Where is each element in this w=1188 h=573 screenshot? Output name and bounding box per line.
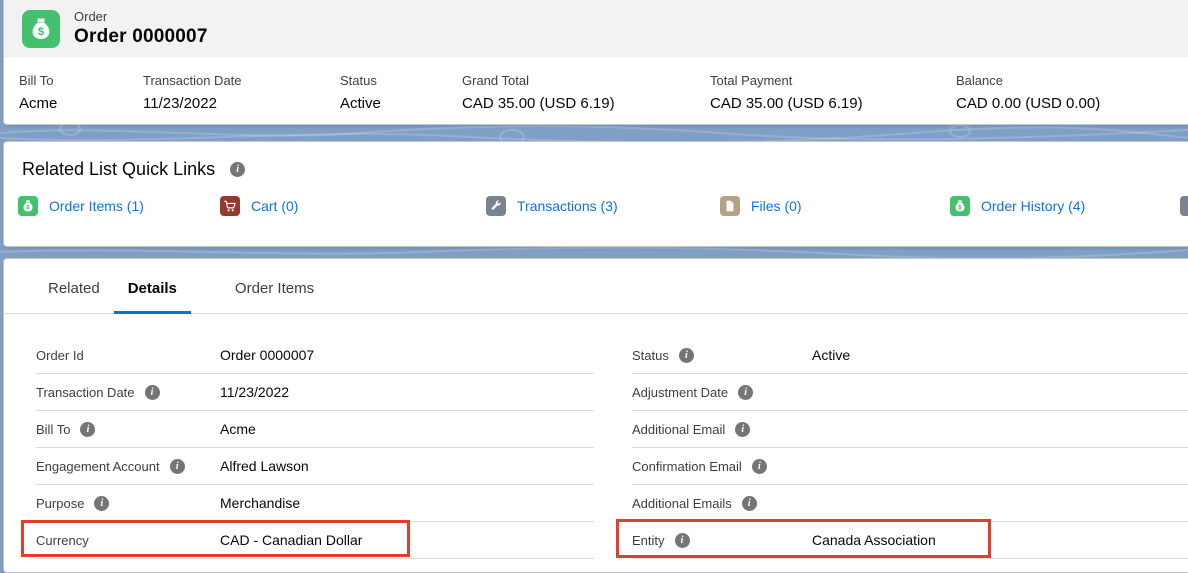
money-bag-icon: $ xyxy=(18,196,38,216)
hfield-grand-total: Grand Total CAD 35.00 (USD 6.19) xyxy=(462,73,615,112)
detail-row-engagement-account: Engagement Account i Alfred Lawson xyxy=(36,448,594,485)
svg-text:$: $ xyxy=(26,204,30,211)
detail-row-additional-emails: Additional Emails i xyxy=(632,485,1188,522)
quick-link-files[interactable]: Files (0) xyxy=(720,196,802,216)
hfield-label: Status xyxy=(340,73,381,88)
info-icon[interactable]: i xyxy=(742,496,757,511)
hfield-label: Grand Total xyxy=(462,73,615,88)
field-label: Engagement Account xyxy=(36,459,160,474)
quick-link-label[interactable]: Order History (4) xyxy=(981,198,1085,214)
hfield-value: Active xyxy=(340,95,381,112)
detail-row-confirmation-email: Confirmation Email i xyxy=(632,448,1188,485)
hfield-value: CAD 0.00 (USD 0.00) xyxy=(956,95,1100,112)
field-value: Merchandise xyxy=(220,495,300,511)
detail-row-entity: Entityi Canada Association xyxy=(632,522,1188,559)
hfield-label: Total Payment xyxy=(710,73,863,88)
field-label: Entity xyxy=(632,533,665,548)
info-icon[interactable]: i xyxy=(738,385,753,400)
hfield-total-payment: Total Payment CAD 35.00 (USD 6.19) xyxy=(710,73,863,112)
highlights-panel: Bill To Acme Transaction Date 11/23/2022… xyxy=(4,57,1188,125)
hfield-label: Transaction Date xyxy=(143,73,242,88)
detail-row-transaction-date: Transaction Date i 11/23/2022 xyxy=(36,374,594,411)
svg-text:$: $ xyxy=(958,204,962,211)
shopping-cart-icon xyxy=(220,196,240,216)
hfield-label: Bill To xyxy=(19,73,57,88)
partial-icon xyxy=(1180,196,1188,216)
money-bag-icon: $ xyxy=(950,196,970,216)
field-label: Status xyxy=(632,348,669,363)
field-label: Purpose xyxy=(36,496,84,511)
info-icon[interactable]: i xyxy=(170,459,185,474)
field-value: CAD - Canadian Dollar xyxy=(220,532,362,548)
detail-row-order-id: Order Id Order 0000007 xyxy=(36,337,594,374)
hfield-transaction-date: Transaction Date 11/23/2022 xyxy=(143,73,242,112)
hfield-value: CAD 35.00 (USD 6.19) xyxy=(710,95,863,112)
tab-related[interactable]: Related xyxy=(34,280,114,313)
field-label: Confirmation Email xyxy=(632,459,742,474)
info-icon[interactable]: i xyxy=(735,422,750,437)
bill-to-link[interactable]: Acme xyxy=(220,421,256,437)
wrench-icon xyxy=(486,196,506,216)
info-icon[interactable]: i xyxy=(145,385,160,400)
file-icon xyxy=(720,196,740,216)
header-title-strip: $ Order Order 0000007 xyxy=(4,0,1188,57)
field-label: Adjustment Date xyxy=(632,385,728,400)
hfield-status: Status Active xyxy=(340,73,381,112)
field-label: Order Id xyxy=(36,348,84,363)
hfield-bill-to: Bill To Acme xyxy=(19,73,57,112)
info-icon[interactable]: i xyxy=(679,348,694,363)
field-value: Active xyxy=(812,347,850,363)
field-label: Bill To xyxy=(36,422,70,437)
quick-link-label[interactable]: Transactions (3) xyxy=(517,198,618,214)
order-header-card: $ Order Order 0000007 Bill To Acme Trans… xyxy=(3,0,1188,125)
quick-link-label[interactable]: Files (0) xyxy=(751,198,802,214)
detail-row-status: Statusi Active xyxy=(632,337,1188,374)
quick-link-label[interactable]: Order Items (1) xyxy=(49,198,144,214)
quick-links-title: Related List Quick Links xyxy=(22,159,215,180)
quick-link-transactions[interactable]: Transactions (3) xyxy=(486,196,618,216)
hfield-label: Balance xyxy=(956,73,1100,88)
record-detail-card: Related Details Order Items Order Id Ord… xyxy=(3,258,1188,573)
info-icon[interactable]: i xyxy=(752,459,767,474)
field-label: Currency xyxy=(36,533,89,548)
field-label: Transaction Date xyxy=(36,385,135,400)
hfield-value: CAD 35.00 (USD 6.19) xyxy=(462,95,615,112)
hfield-balance: Balance CAD 0.00 (USD 0.00) xyxy=(956,73,1100,112)
field-label: Additional Emails xyxy=(632,496,732,511)
page-title: Order 0000007 xyxy=(74,26,208,48)
info-icon[interactable]: i xyxy=(675,533,690,548)
detail-row-adjustment-date: Adjustment Date i xyxy=(632,374,1188,411)
bill-to-link[interactable]: Acme xyxy=(19,95,57,112)
info-icon[interactable]: i xyxy=(80,422,95,437)
quick-link-order-items[interactable]: $ Order Items (1) xyxy=(18,196,144,216)
money-bag-icon: $ xyxy=(22,10,60,48)
detail-column-right: Statusi Active Adjustment Datei Addition… xyxy=(632,337,1188,559)
quick-link-cart[interactable]: Cart (0) xyxy=(220,196,298,216)
detail-column-left: Order Id Order 0000007 Transaction Date i… xyxy=(36,337,594,559)
info-icon[interactable]: i xyxy=(230,162,245,177)
detail-row-purpose: Purpose i Merchandise xyxy=(36,485,594,522)
record-type-label: Order xyxy=(74,9,107,24)
record-tabbar: Related Details Order Items xyxy=(4,259,1188,314)
quick-link-label[interactable]: Cart (0) xyxy=(251,198,298,214)
tab-order-items[interactable]: Order Items xyxy=(221,280,328,313)
engagement-account-link[interactable]: Alfred Lawson xyxy=(220,458,309,474)
field-value: 11/23/2022 xyxy=(220,384,289,400)
detail-row-currency: Currency CAD - Canadian Dollar xyxy=(36,522,594,559)
svg-text:$: $ xyxy=(38,26,45,38)
tab-details[interactable]: Details xyxy=(114,280,191,313)
quick-link-order-history[interactable]: $ Order History (4) xyxy=(950,196,1085,216)
info-icon[interactable]: i xyxy=(94,496,109,511)
field-value: Order 0000007 xyxy=(220,347,314,363)
detail-row-bill-to: Bill To i Acme xyxy=(36,411,594,448)
entity-link[interactable]: Canada Association xyxy=(812,532,936,548)
quick-link-partial[interactable] xyxy=(1180,196,1188,216)
hfield-value: 11/23/2022 xyxy=(143,95,242,112)
field-label: Additional Email xyxy=(632,422,725,437)
related-list-quick-links-card: Related List Quick Links i $ Order Items… xyxy=(3,141,1188,247)
detail-row-additional-email: Additional Email i xyxy=(632,411,1188,448)
